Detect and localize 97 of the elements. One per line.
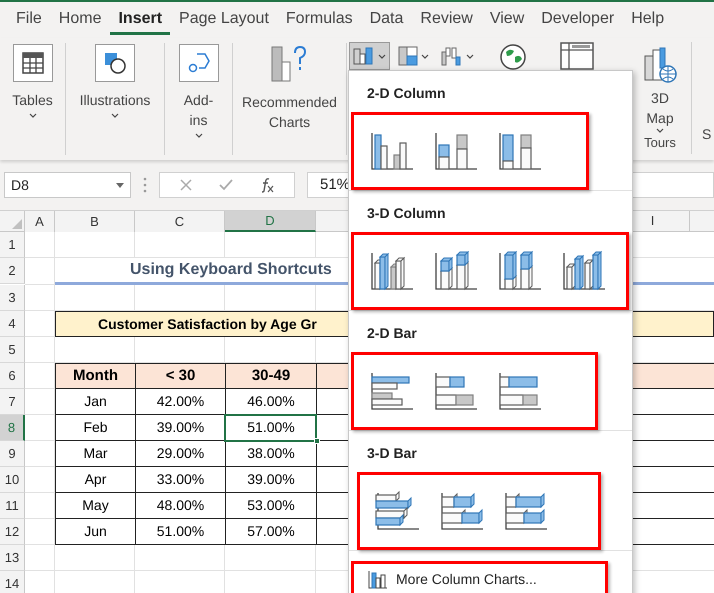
section-title: 2-D Column — [367, 84, 446, 103]
table-cell[interactable]: 48.00% — [135, 493, 225, 519]
function-icon[interactable] — [259, 177, 276, 193]
row-header[interactable]: 10 — [0, 467, 25, 493]
column-chart-icon — [353, 46, 375, 66]
column-header[interactable]: B — [55, 211, 135, 232]
ribbon-button[interactable]: Illustrations — [80, 43, 150, 118]
table-cell[interactable]: Feb — [55, 415, 135, 441]
table-cell[interactable]: 38.00% — [225, 441, 316, 467]
waterfall-chart-icon — [441, 46, 463, 66]
row-header[interactable]: 6 — [0, 363, 25, 389]
table-cell[interactable]: 39.00% — [135, 415, 225, 441]
grip-icon — [143, 177, 147, 193]
row-header[interactable]: 4 — [0, 311, 25, 337]
treemap-icon — [398, 46, 418, 66]
table-cell[interactable]: 33.00% — [135, 467, 225, 493]
table-cell[interactable]: 29.00% — [135, 441, 225, 467]
ribbon-label: Recommended Charts — [241, 93, 338, 132]
empty-cell[interactable] — [135, 545, 225, 571]
column-header[interactable]: A — [25, 211, 55, 232]
building-globe-icon — [642, 46, 678, 84]
chart-type-icon — [561, 249, 607, 293]
table-cell[interactable]: 51.00% — [135, 519, 225, 545]
row-header[interactable]: 1 — [0, 232, 25, 258]
ribbon-button[interactable]: Recommended Charts — [234, 43, 344, 132]
ribbon-tab[interactable]: Home — [50, 5, 110, 35]
row-header[interactable]: 3 — [0, 285, 25, 311]
ribbon-button[interactable]: Add-ins — [176, 43, 220, 138]
ribbon-tab[interactable]: Insert — [110, 5, 170, 35]
table-cell[interactable]: Mar — [55, 441, 135, 467]
table-cell[interactable]: 42.00% — [135, 389, 225, 415]
empty-cell[interactable] — [225, 232, 316, 258]
ribbon-tab[interactable]: Data — [362, 5, 412, 35]
caret-icon — [421, 54, 429, 58]
caret-icon — [466, 54, 474, 58]
caret-icon — [28, 113, 36, 118]
table-header: 30-49 — [225, 363, 316, 389]
caret-icon — [378, 54, 386, 58]
table-cell[interactable]: 57.00% — [225, 519, 316, 545]
row-header[interactable]: 11 — [0, 493, 25, 519]
column-header[interactable]: C — [135, 211, 225, 232]
menu-item[interactable]: More Column Charts... — [351, 561, 608, 593]
empty-cell[interactable] — [55, 232, 135, 258]
ribbon-button[interactable]: Tables — [12, 43, 53, 118]
section-title: 3-D Column — [367, 204, 446, 223]
section-title: 3-D Bar — [367, 444, 417, 463]
select-all-icon[interactable] — [12, 219, 22, 229]
row-header[interactable]: 12 — [0, 519, 25, 545]
table-cell[interactable]: Jun — [55, 519, 135, 545]
row-header[interactable]: 8 — [0, 415, 25, 441]
caret-icon — [656, 128, 664, 133]
table-icon — [22, 52, 44, 74]
column-header[interactable]: D — [225, 211, 316, 232]
ribbon-label: Tables — [12, 91, 53, 110]
sheet-title: Using Keyboard Shortcuts — [130, 260, 332, 280]
table-header: < 30 — [135, 363, 225, 389]
group-label: Tours — [644, 134, 676, 152]
caret-icon — [111, 113, 119, 118]
check-icon[interactable] — [218, 178, 234, 192]
row-header[interactable]: 14 — [0, 571, 25, 593]
ribbon-label: S — [702, 126, 712, 142]
name-box[interactable]: D8 — [4, 172, 131, 198]
table-cell[interactable]: Apr — [55, 467, 135, 493]
ribbon-tab[interactable]: Help — [623, 5, 672, 35]
ribbon-tab[interactable]: Review — [412, 5, 481, 35]
map-button[interactable]: 3D Map — [640, 42, 680, 133]
hexagon-icon — [186, 51, 210, 75]
ribbon-label: Add-ins — [182, 91, 214, 130]
ribbon-tab[interactable]: Page Layout — [171, 5, 277, 35]
column-chart-icon — [368, 569, 388, 589]
cancel-icon[interactable] — [178, 178, 193, 192]
ribbon-tab[interactable]: Developer — [533, 5, 622, 35]
chart-type-icon — [433, 249, 479, 293]
dropdown-icon — [116, 182, 124, 188]
chart-type-icon — [497, 249, 543, 293]
row-header[interactable]: 5 — [0, 337, 25, 363]
empty-cell[interactable] — [135, 232, 225, 258]
ribbon-label: Illustrations — [80, 91, 150, 110]
table-header: Month — [55, 363, 135, 389]
table-cell[interactable]: 39.00% — [225, 467, 316, 493]
ribbon-tab[interactable]: View — [482, 5, 532, 35]
table-cell[interactable]: May — [55, 493, 135, 519]
shapes-icon — [103, 51, 127, 75]
row-header[interactable]: 9 — [0, 441, 25, 467]
table-cell[interactable]: Jan — [55, 389, 135, 415]
row-header[interactable]: 2 — [0, 258, 25, 284]
row-header[interactable]: 13 — [0, 545, 25, 571]
table-cell[interactable]: 46.00% — [225, 389, 316, 415]
chart-button[interactable] — [349, 42, 390, 70]
empty-cell[interactable] — [225, 545, 316, 571]
caret-icon — [194, 133, 202, 138]
fill-handle[interactable] — [314, 438, 320, 444]
ribbon-tab[interactable]: File — [8, 5, 50, 35]
empty-cell[interactable] — [55, 545, 135, 571]
row-header[interactable]: 7 — [0, 389, 25, 415]
table-cell[interactable]: 53.00% — [225, 493, 316, 519]
ribbon-tab[interactable]: Formulas — [278, 5, 361, 35]
